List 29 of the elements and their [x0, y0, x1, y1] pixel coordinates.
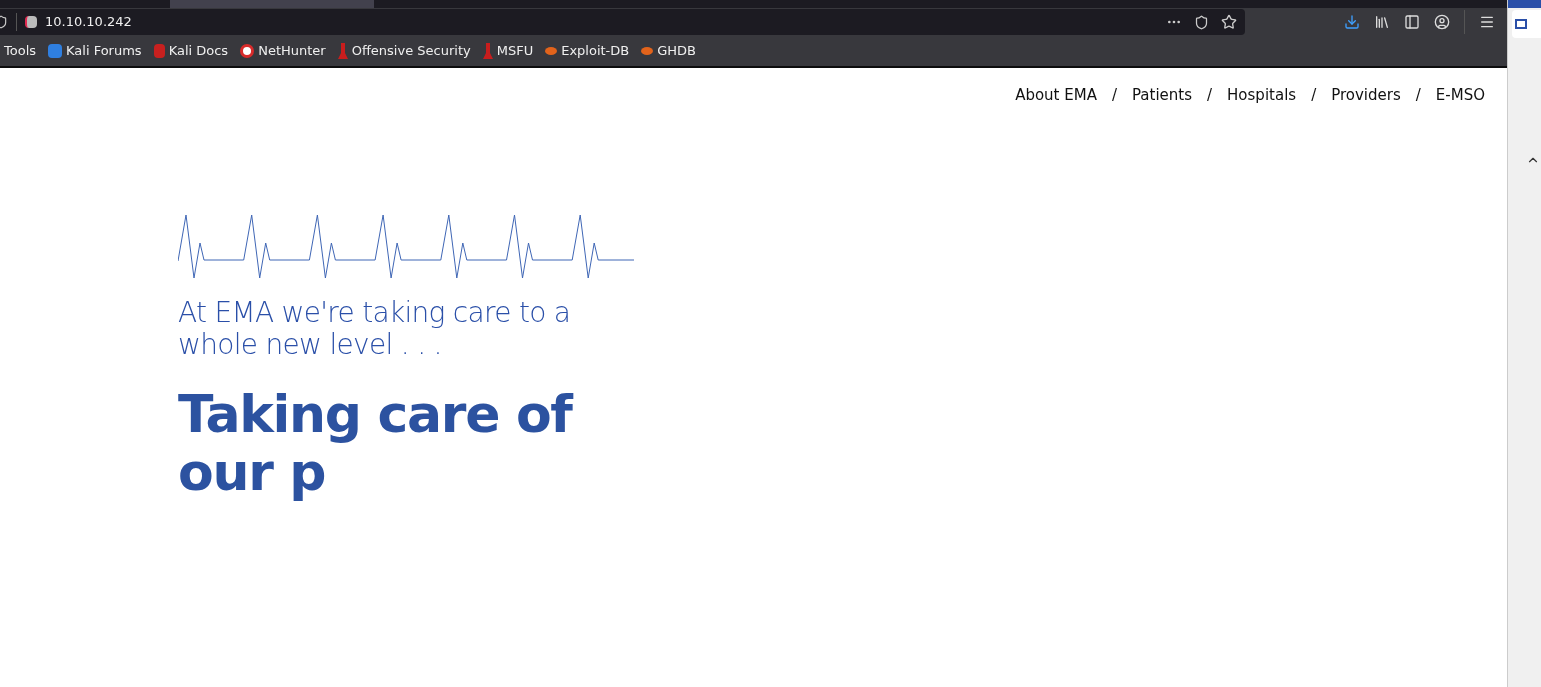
- network-icon: [1515, 19, 1527, 29]
- nav-link[interactable]: Providers: [1331, 84, 1401, 107]
- bookmark-link[interactable]: Tools: [4, 41, 37, 61]
- bookmark-link[interactable]: NetHunter: [258, 41, 326, 61]
- nav-link[interactable]: About EMA: [1015, 84, 1097, 107]
- headline-text: Taking care of our p: [178, 384, 575, 501]
- star-icon[interactable]: [1221, 14, 1237, 30]
- nav-link[interactable]: Hospitals: [1227, 84, 1297, 107]
- url-text[interactable]: 10.10.10.242: [45, 12, 132, 32]
- account-icon[interactable]: [1434, 14, 1450, 30]
- tagline-text: At EMA we're taking care to a whole new level . . .: [178, 296, 572, 361]
- nav-separator: /: [1111, 85, 1117, 106]
- download-icon[interactable]: [1344, 14, 1360, 30]
- window-title-bar: [1508, 0, 1541, 8]
- bookmark-link[interactable]: GHDB: [657, 41, 696, 61]
- bookmark-link[interactable]: Kali Forums: [66, 41, 142, 61]
- nav-separator: /: [1415, 85, 1421, 106]
- library-icon[interactable]: [1374, 14, 1390, 30]
- nav-link[interactable]: E-MSO: [1435, 84, 1485, 107]
- nav-separator: /: [1207, 85, 1213, 106]
- bookmark-link[interactable]: MSFU: [496, 41, 534, 61]
- nav-separator: /: [1311, 85, 1317, 106]
- bookmark-link[interactable]: Kali Docs: [168, 41, 229, 61]
- bookmark-link[interactable]: Exploit-DB: [561, 41, 630, 61]
- menu-icon[interactable]: [1479, 14, 1495, 30]
- sidebar-icon[interactable]: [1404, 14, 1420, 30]
- bookmark-link[interactable]: Offensive Security: [351, 41, 471, 61]
- nav-link[interactable]: Patients: [1132, 84, 1193, 107]
- side-window-button[interactable]: [1512, 10, 1541, 38]
